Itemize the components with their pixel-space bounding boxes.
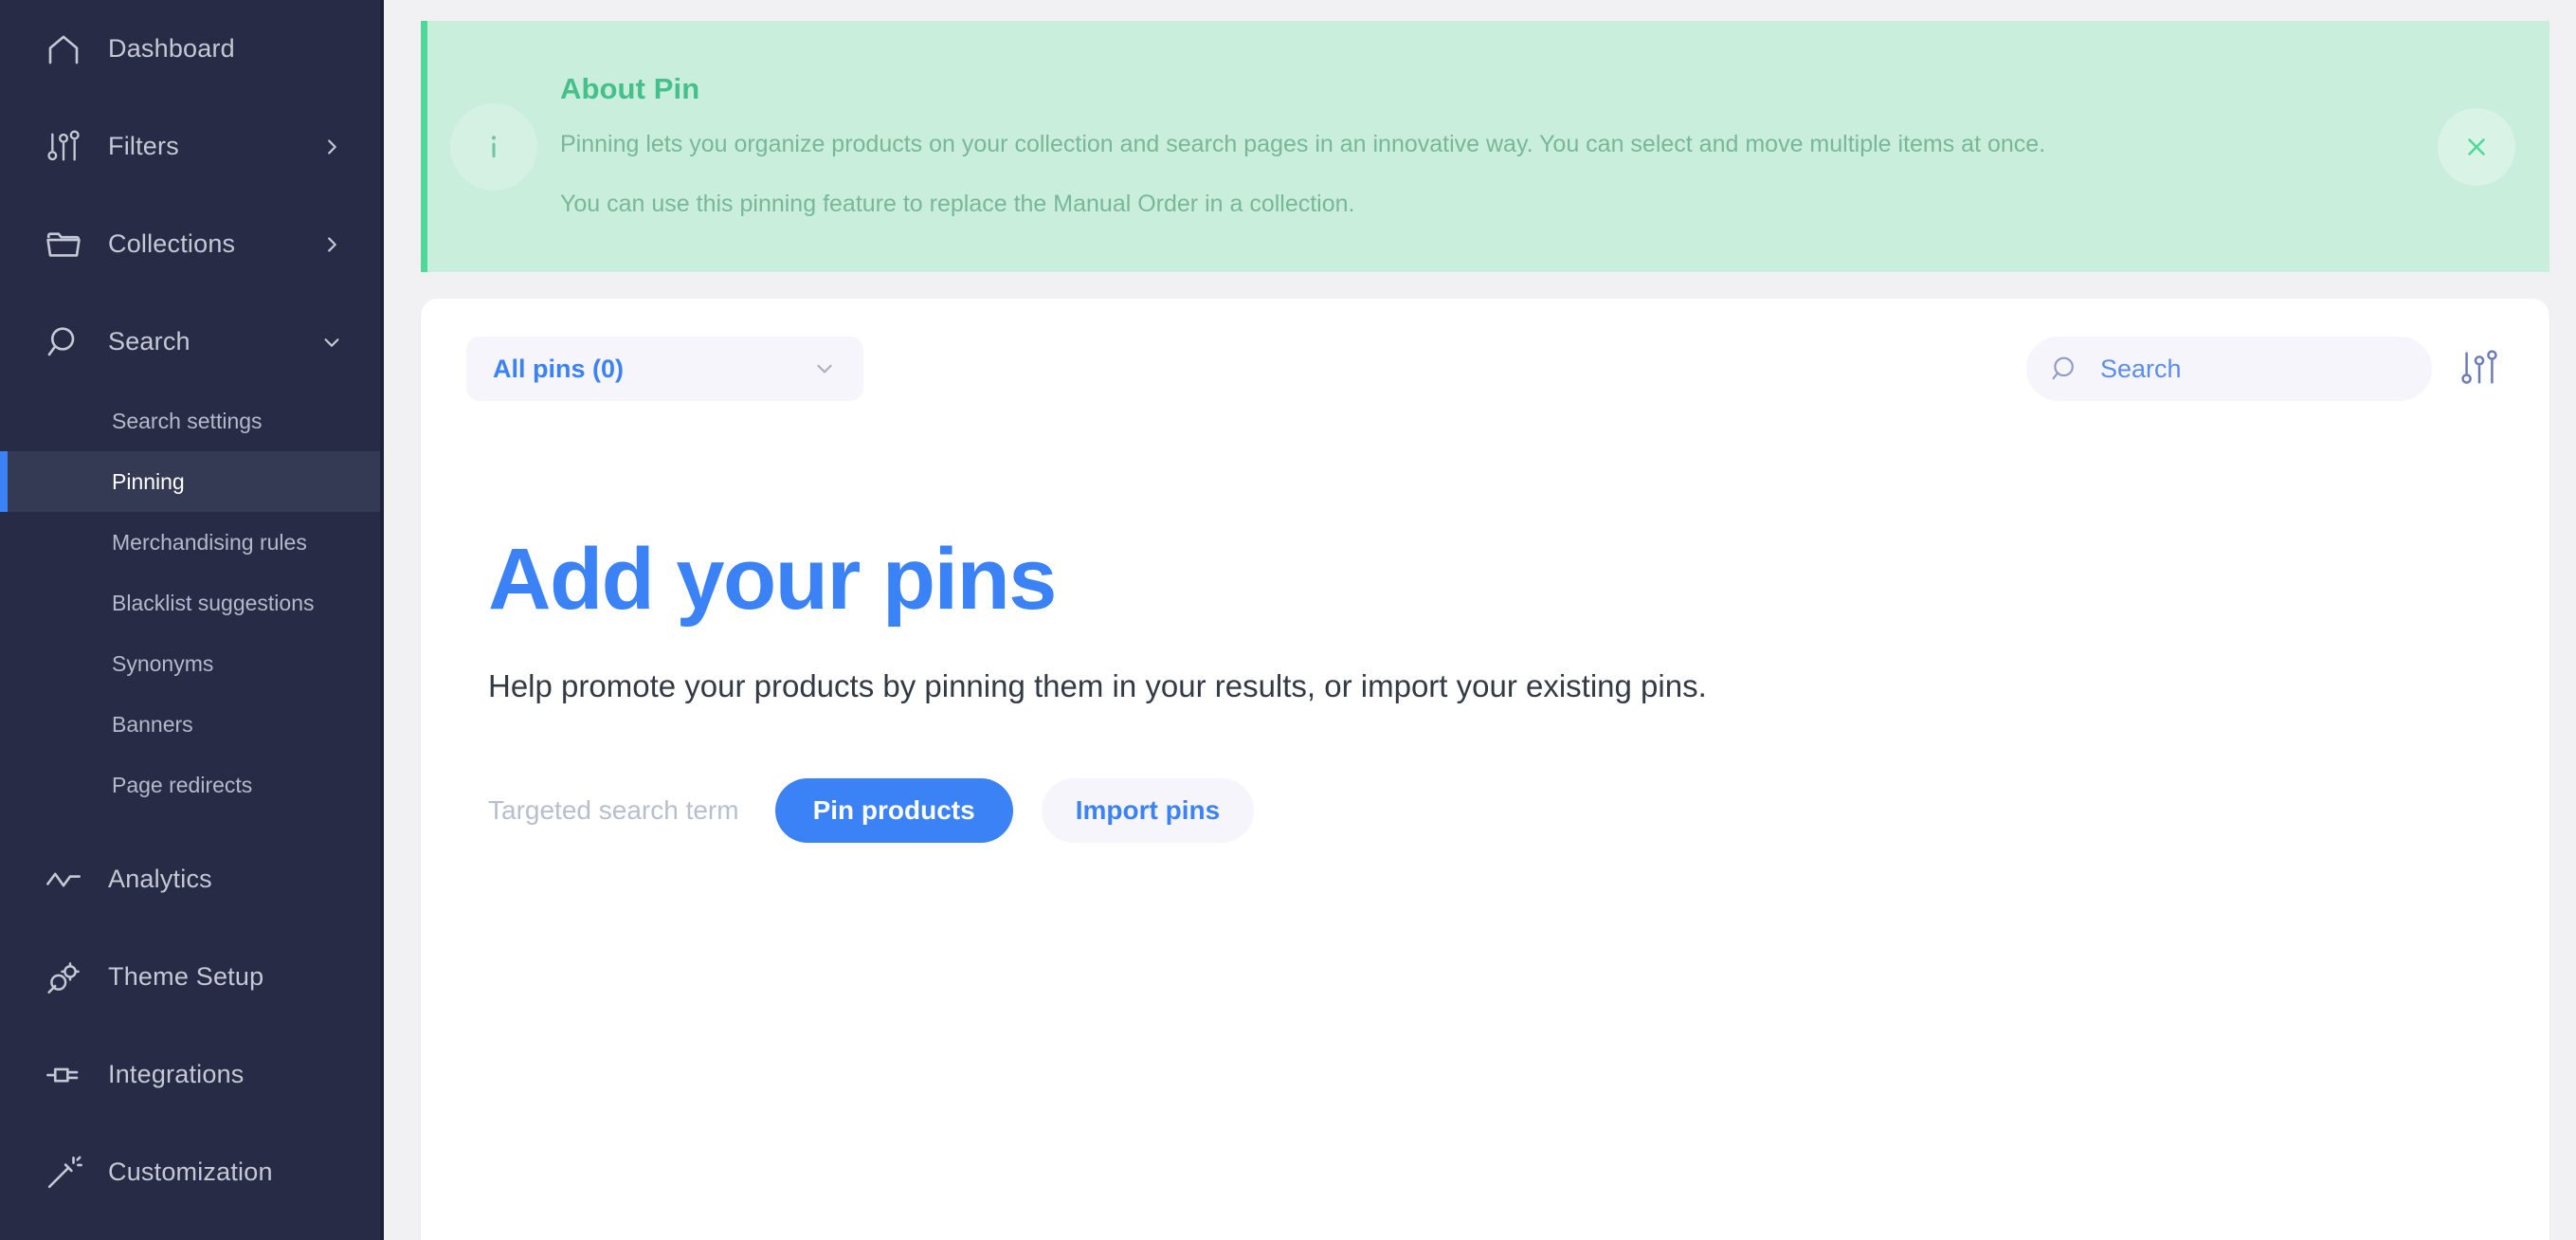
sidebar-item-label: Customization [108, 1158, 273, 1186]
main-content: About Pin Pinning lets you organize prod… [384, 0, 2576, 1240]
search-icon [2049, 353, 2081, 385]
sidebar-item-label: Collections [108, 229, 236, 258]
sidebar-item-banners[interactable]: Banners [0, 694, 384, 755]
sidebar-item-label: Theme Setup [108, 962, 264, 991]
sidebar-item-label: Analytics [108, 865, 212, 893]
chart-line-icon [42, 858, 85, 902]
search-box[interactable] [2026, 337, 2436, 401]
banner-body: About Pin Pinning lets you organize prod… [560, 72, 2549, 221]
page-title: Add your pins [488, 531, 1057, 628]
sidebar-subitem-label: Blacklist suggestions [112, 590, 315, 615]
filter-settings-button[interactable] [2455, 344, 2504, 393]
banner-title: About Pin [560, 72, 700, 106]
sidebar-subitem-label: Merchandising rules [112, 529, 307, 555]
sidebar-item-dashboard[interactable]: Dashboard [0, 0, 384, 98]
empty-state-description: Help promote your products by pinning th… [488, 668, 1707, 703]
sidebar-item-theme-setup[interactable]: Theme Setup [0, 928, 384, 1026]
sidebar-item-filters[interactable]: Filters [0, 98, 384, 195]
sidebar-item-customization[interactable]: Customization [0, 1123, 384, 1221]
targeted-search-term-label[interactable]: Targeted search term [488, 795, 739, 826]
sidebar-item-analytics[interactable]: Analytics [0, 830, 384, 928]
chevron-right-icon [321, 137, 342, 157]
info-icon [450, 102, 537, 191]
sliders-icon [42, 125, 85, 169]
sidebar-subitem-label: Page redirects [112, 772, 253, 797]
empty-state: Add your pins Help promote your products… [421, 401, 2549, 843]
sidebar-item-pinning[interactable]: Pinning [0, 451, 384, 512]
all-pins-filter-label: All pins (0) [493, 354, 625, 383]
pin-products-button[interactable]: Pin products [774, 777, 1013, 843]
chevron-right-icon [321, 234, 342, 255]
pins-toolbar: All pins (0) [421, 299, 2549, 401]
sidebar-item-label: Dashboard [108, 34, 235, 63]
search-icon [42, 320, 85, 364]
sidebar-item-integrations[interactable]: Integrations [0, 1026, 384, 1123]
sidebar-item-synonyms[interactable]: Synonyms [0, 633, 384, 694]
magic-wand-icon [42, 1151, 85, 1194]
sidebar-item-collections[interactable]: Collections [0, 195, 384, 293]
theme-gears-icon [42, 956, 85, 999]
sidebar-item-search-settings[interactable]: Search settings [0, 391, 384, 451]
about-pin-banner: About Pin Pinning lets you organize prod… [421, 21, 2549, 272]
sidebar-item-label: Integrations [108, 1060, 245, 1088]
sidebar-subitem-label: Pinning [112, 468, 185, 494]
sidebar-subitem-label: Synonyms [112, 650, 214, 676]
app-root: Dashboard Filters Collections Search Sea… [0, 0, 2576, 1240]
chevron-down-icon [812, 356, 837, 383]
sidebar-item-blacklist-suggestions[interactable]: Blacklist suggestions [0, 573, 384, 633]
sidebar-item-merchandising-rules[interactable]: Merchandising rules [0, 512, 384, 573]
home-icon [42, 27, 85, 71]
folder-icon [42, 223, 85, 266]
sidebar-item-label: Search [108, 327, 190, 356]
banner-text-line2: You can use this pinning feature to repl… [560, 190, 1355, 217]
sidebar-item-page-redirects[interactable]: Page redirects [0, 755, 384, 815]
sidebar-subitem-label: Search settings [112, 408, 263, 433]
sidebar-item-search[interactable]: Search [0, 293, 384, 391]
import-pins-button[interactable]: Import pins [1041, 777, 1255, 843]
banner-text-line1: Pinning lets you organize products on yo… [560, 131, 2046, 158]
sliders-icon [2458, 346, 2501, 392]
search-input[interactable] [2100, 354, 2436, 384]
plug-icon [42, 1053, 85, 1097]
close-icon[interactable] [2438, 107, 2515, 186]
sidebar-subitem-label: Banners [112, 711, 193, 737]
chevron-down-icon [321, 332, 342, 353]
all-pins-filter-dropdown[interactable]: All pins (0) [466, 337, 863, 401]
pins-card: All pins (0) Search Add your pins Help p… [421, 299, 2549, 1240]
sidebar: Dashboard Filters Collections Search Sea… [0, 0, 384, 1240]
search-subnav: Search settings Pinning Merchandising ru… [0, 391, 384, 830]
sidebar-item-label: Filters [108, 132, 179, 160]
empty-state-actions: Targeted search term Pin products Import… [488, 777, 2549, 843]
toolbar-right-group [2026, 337, 2504, 401]
